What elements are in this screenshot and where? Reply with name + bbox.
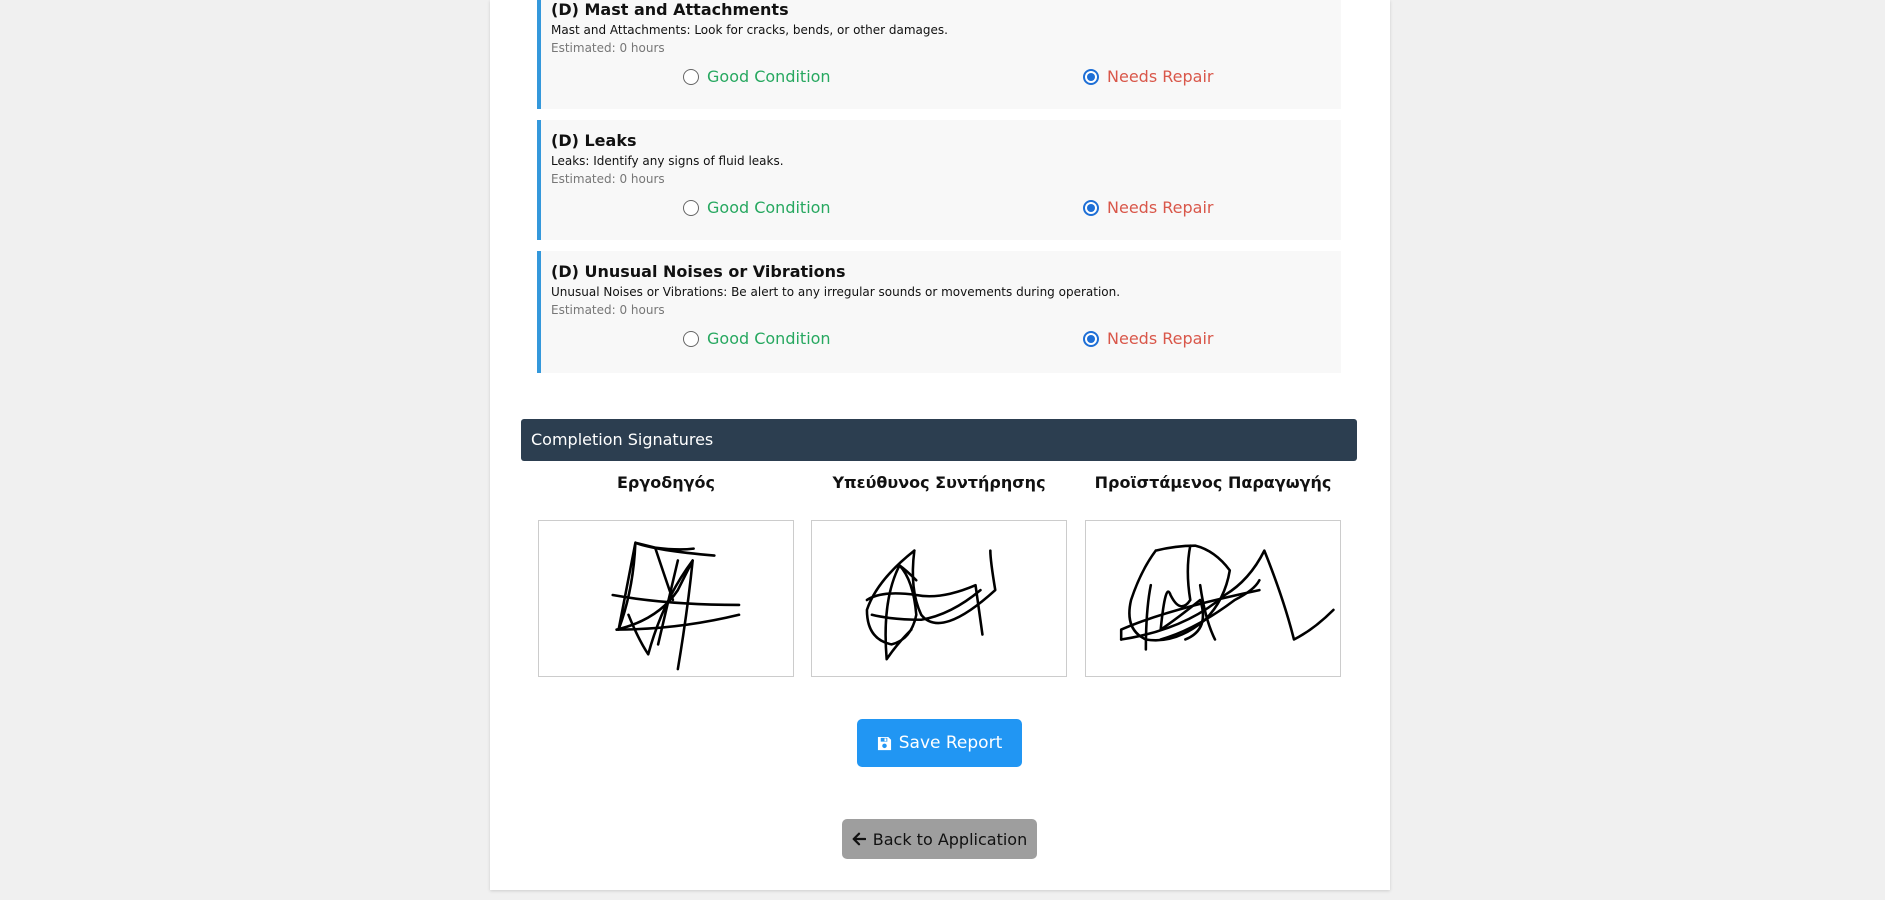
good-condition-option[interactable]: Good Condition — [683, 329, 831, 348]
radio-good[interactable] — [683, 330, 699, 347]
signature-drawing — [611, 541, 741, 671]
radio-repair[interactable] — [1083, 68, 1099, 85]
signature-column: Προϊστάμενος Παραγωγής — [1085, 472, 1341, 677]
repair-label: Needs Repair — [1107, 198, 1214, 217]
item-description: Mast and Attachments: Look for cracks, b… — [551, 23, 948, 37]
back-to-application-button[interactable]: Back to Application — [842, 819, 1037, 859]
needs-repair-option[interactable]: Needs Repair — [1083, 198, 1213, 217]
item-estimated: Estimated: 0 hours — [551, 172, 665, 186]
good-label: Good Condition — [707, 198, 831, 217]
signature-pad[interactable] — [538, 520, 794, 677]
radio-repair[interactable] — [1083, 330, 1099, 347]
repair-label: Needs Repair — [1107, 67, 1214, 86]
needs-repair-option[interactable]: Needs Repair — [1083, 67, 1213, 86]
save-report-button[interactable]: Save Report — [857, 719, 1022, 767]
condition-options: Good Condition Needs Repair — [551, 321, 1331, 361]
back-label: Back to Application — [872, 829, 1028, 849]
item-estimated: Estimated: 0 hours — [551, 303, 665, 317]
signature-column: Εργοδηγός — [538, 472, 794, 677]
repair-label: Needs Repair — [1107, 329, 1214, 348]
save-report-label: Save Report — [898, 733, 1003, 753]
floppy-disk-icon — [877, 736, 892, 751]
radio-good[interactable] — [683, 68, 699, 85]
item-title: (D) Mast and Attachments — [551, 0, 789, 19]
condition-options: Good Condition Needs Repair — [551, 190, 1331, 230]
checklist-item: (D) Unusual Noises or Vibrations Unusual… — [537, 251, 1341, 373]
condition-options: Good Condition Needs Repair — [551, 59, 1331, 99]
signature-role: Εργοδηγός — [616, 473, 716, 492]
radio-good[interactable] — [683, 199, 699, 216]
good-condition-option[interactable]: Good Condition — [683, 198, 831, 217]
good-label: Good Condition — [707, 67, 831, 86]
checklist-item: (D) Mast and Attachments Mast and Attach… — [537, 0, 1341, 109]
signature-pad[interactable] — [811, 520, 1067, 677]
checklist: (D) Mast and Attachments Mast and Attach… — [537, 0, 1341, 384]
signature-drawing — [1119, 544, 1335, 651]
radio-repair[interactable] — [1083, 199, 1099, 216]
signatures-header: Completion Signatures — [521, 419, 1357, 461]
needs-repair-option[interactable]: Needs Repair — [1083, 329, 1213, 348]
report-page: (D) Mast and Attachments Mast and Attach… — [490, 0, 1390, 890]
signature-role: Υπεύθυνος Συντήρησης — [832, 473, 1046, 492]
item-title: (D) Leaks — [551, 131, 637, 150]
item-description: Leaks: Identify any signs of fluid leaks… — [551, 154, 784, 168]
signature-column: Υπεύθυνος Συντήρησης — [811, 472, 1067, 677]
item-description: Unusual Noises or Vibrations: Be alert t… — [551, 285, 1121, 299]
signature-drawing — [865, 549, 997, 661]
item-title: (D) Unusual Noises or Vibrations — [551, 262, 846, 281]
checklist-item: (D) Leaks Leaks: Identify any signs of f… — [537, 120, 1341, 240]
signature-pad[interactable] — [1085, 520, 1341, 677]
arrow-left-icon — [852, 832, 866, 846]
good-condition-option[interactable]: Good Condition — [683, 67, 831, 86]
item-estimated: Estimated: 0 hours — [551, 41, 665, 55]
signature-role: Προϊστάμενος Παραγωγής — [1094, 473, 1332, 492]
good-label: Good Condition — [707, 329, 831, 348]
